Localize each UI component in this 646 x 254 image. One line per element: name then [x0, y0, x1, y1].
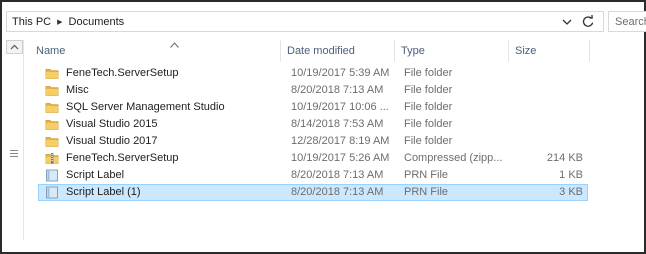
file-size [519, 100, 583, 115]
file-date-modified: 10/19/2017 10:06 ... [291, 101, 389, 113]
file-type: File folder [404, 67, 453, 79]
file-date-modified: 10/19/2017 5:26 AM [291, 152, 390, 164]
file-name: Script Label [66, 169, 125, 181]
file-size [519, 134, 583, 149]
file-size [519, 117, 583, 132]
file-name: FeneTech.ServerSetup [66, 152, 179, 164]
file-row[interactable]: SQL Server Management Studio 10/19/2017 … [38, 99, 588, 116]
column-header-size[interactable]: Size [509, 40, 589, 62]
file-type: Compressed (zipp... [404, 152, 503, 164]
chevron-down-icon[interactable] [561, 15, 573, 28]
file-name: FeneTech.ServerSetup [66, 67, 179, 79]
file-date-modified: 8/20/2018 7:13 AM [291, 169, 384, 181]
file-size: 1 KB [559, 169, 583, 181]
file-name: Visual Studio 2017 [66, 135, 158, 147]
scroll-up-button[interactable] [6, 40, 23, 54]
prn-file-icon [45, 186, 59, 199]
file-date-modified: 12/28/2017 8:19 AM [291, 135, 390, 147]
file-type: File folder [404, 84, 453, 96]
folder-icon [45, 135, 59, 148]
file-date-modified: 8/20/2018 7:13 AM [291, 84, 384, 96]
search-input[interactable]: Search [608, 11, 646, 32]
file-row[interactable]: Script Label 8/20/2018 7:13 AM PRN File … [38, 167, 588, 184]
refresh-icon[interactable] [581, 14, 595, 29]
file-type: PRN File [404, 169, 449, 181]
explorer-window: This PC▶Documents Search Name Date [0, 0, 646, 254]
column-divider[interactable] [589, 40, 590, 62]
file-name: Script Label (1) [66, 186, 141, 198]
search-placeholder: Search [615, 15, 646, 28]
column-header-type[interactable]: Type [395, 40, 508, 62]
breadcrumb-separator-icon[interactable]: ▶ [57, 18, 62, 26]
folder-icon [45, 67, 59, 80]
pane-resize-grip-icon[interactable] [10, 150, 18, 157]
file-type: PRN File [404, 186, 449, 198]
folder-icon [45, 101, 59, 114]
address-bar[interactable]: This PC ▶ Documents [6, 11, 604, 32]
prn-file-icon [45, 169, 59, 182]
file-name: SQL Server Management Studio [66, 101, 225, 113]
file-size: 214 KB [546, 152, 583, 164]
folder-icon [45, 118, 59, 131]
chevron-up-icon [10, 44, 19, 50]
column-headers: Name Date modified Type Size [24, 40, 624, 62]
file-row[interactable]: Misc 8/20/2018 7:13 AM File folder [38, 82, 588, 99]
file-name: Visual Studio 2015 [66, 118, 158, 130]
breadcrumb-this-pc[interactable]: This PC [12, 16, 51, 28]
file-size: 3 KB [559, 186, 583, 198]
file-size [519, 83, 583, 98]
file-size [519, 66, 583, 81]
breadcrumb-documents[interactable]: Documents [69, 16, 125, 28]
breadcrumb: This PC ▶ Documents [7, 16, 124, 28]
navigation-pane-scrollbar[interactable] [6, 40, 24, 240]
column-header-date-modified[interactable]: Date modified [281, 40, 394, 62]
file-type: File folder [404, 135, 453, 147]
file-row[interactable]: Visual Studio 2017 12/28/2017 8:19 AM Fi… [38, 133, 588, 150]
file-type: File folder [404, 101, 453, 113]
file-row[interactable]: FeneTech.ServerSetup 10/19/2017 5:39 AM … [38, 65, 588, 82]
file-row-selected[interactable]: Script Label (1) 8/20/2018 7:13 AM PRN F… [38, 184, 588, 201]
file-type: File folder [404, 118, 453, 130]
zip-folder-icon [45, 152, 59, 165]
folder-icon [45, 84, 59, 97]
file-row[interactable]: Visual Studio 2015 8/14/2018 7:53 AM Fil… [38, 116, 588, 133]
file-date-modified: 10/19/2017 5:39 AM [291, 67, 390, 79]
file-name: Misc [66, 84, 89, 96]
file-row[interactable]: FeneTech.ServerSetup 10/19/2017 5:26 AM … [38, 150, 588, 167]
file-date-modified: 8/14/2018 7:53 AM [291, 118, 384, 130]
file-date-modified: 8/20/2018 7:13 AM [291, 186, 384, 198]
column-header-name[interactable]: Name [30, 40, 270, 62]
